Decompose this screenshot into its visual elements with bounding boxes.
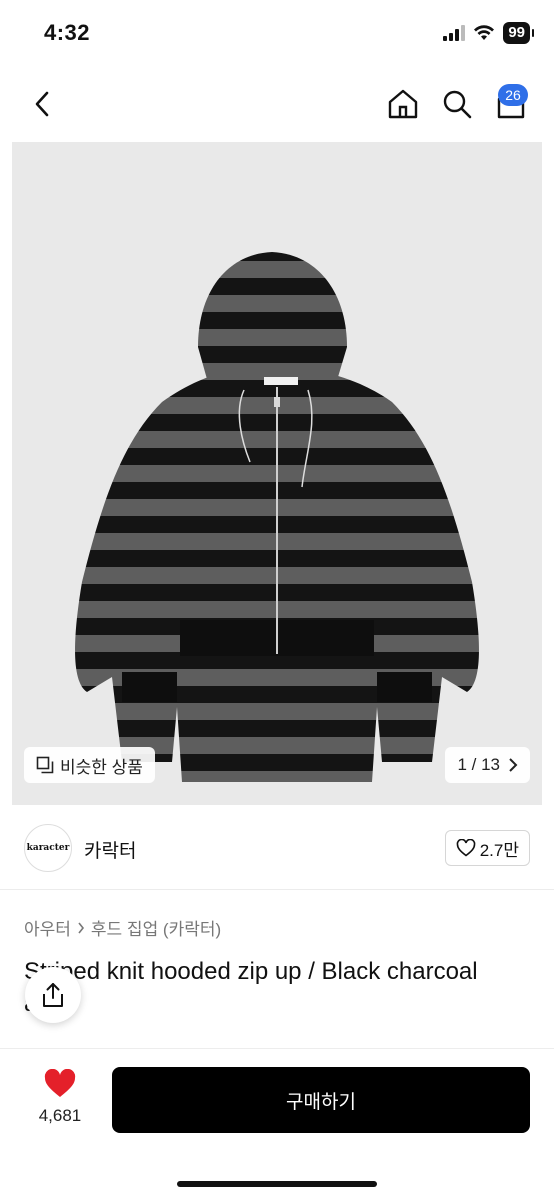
breadcrumb-category-hood[interactable]: 후드 집업 (카락터)	[91, 915, 221, 940]
top-nav	[0, 68, 554, 140]
breadcrumb-category-outer[interactable]: 아우터	[24, 915, 71, 940]
share-icon	[43, 983, 63, 1007]
chevron-left-icon	[35, 91, 49, 117]
share-button[interactable]	[25, 967, 81, 1023]
product-photo-hoodie	[75, 252, 479, 782]
category-breadcrumb: 아우터 후드 집업 (카락터)	[24, 915, 221, 940]
similar-products-label: 비슷한 상품	[60, 757, 143, 777]
home-indicator	[177, 1181, 377, 1187]
brand-like-count: 2.7만	[479, 840, 519, 860]
product-image-gallery[interactable]	[12, 142, 542, 805]
product-title: Striped knit hooded zip up / Black charc…	[24, 958, 478, 985]
image-page-count: 1 / 13	[457, 755, 500, 774]
heart-filled-icon	[44, 1068, 76, 1097]
brand-like-button[interactable]: 2.7만	[444, 830, 530, 866]
chevron-right-icon	[78, 922, 84, 933]
wishlist-count: 4,681	[38, 1106, 82, 1125]
status-bar: 4:32 99	[0, 0, 554, 68]
search-button[interactable]	[440, 86, 474, 122]
brand-logo[interactable]: karacter	[24, 824, 72, 872]
status-time: 4:32	[44, 20, 91, 45]
brand-row: karacter 카락터 2.7만	[0, 806, 554, 890]
heart-outline-icon	[456, 839, 476, 857]
back-button[interactable]	[26, 86, 58, 122]
wishlist-button[interactable]: 4,681	[30, 1068, 90, 1126]
image-page-indicator[interactable]: 1 / 13	[445, 747, 530, 783]
home-button[interactable]	[386, 86, 420, 122]
cart-count-badge: 26	[498, 84, 528, 106]
brand-name[interactable]: 카락터	[84, 836, 136, 863]
status-icons: 99	[443, 22, 534, 44]
similar-products-button[interactable]: 비슷한 상품	[24, 747, 155, 783]
similar-items-icon	[36, 756, 54, 774]
signal-icon	[443, 25, 466, 41]
search-icon	[443, 90, 472, 119]
battery-indicator: 99	[503, 22, 534, 44]
buy-button[interactable]: 구매하기	[112, 1067, 530, 1133]
chevron-right-icon	[509, 758, 518, 772]
bottom-action-bar: 4,681 구매하기	[0, 1048, 554, 1200]
home-icon	[388, 89, 418, 119]
wifi-icon	[474, 25, 495, 40]
brand-logo-text: karacter	[26, 843, 70, 853]
